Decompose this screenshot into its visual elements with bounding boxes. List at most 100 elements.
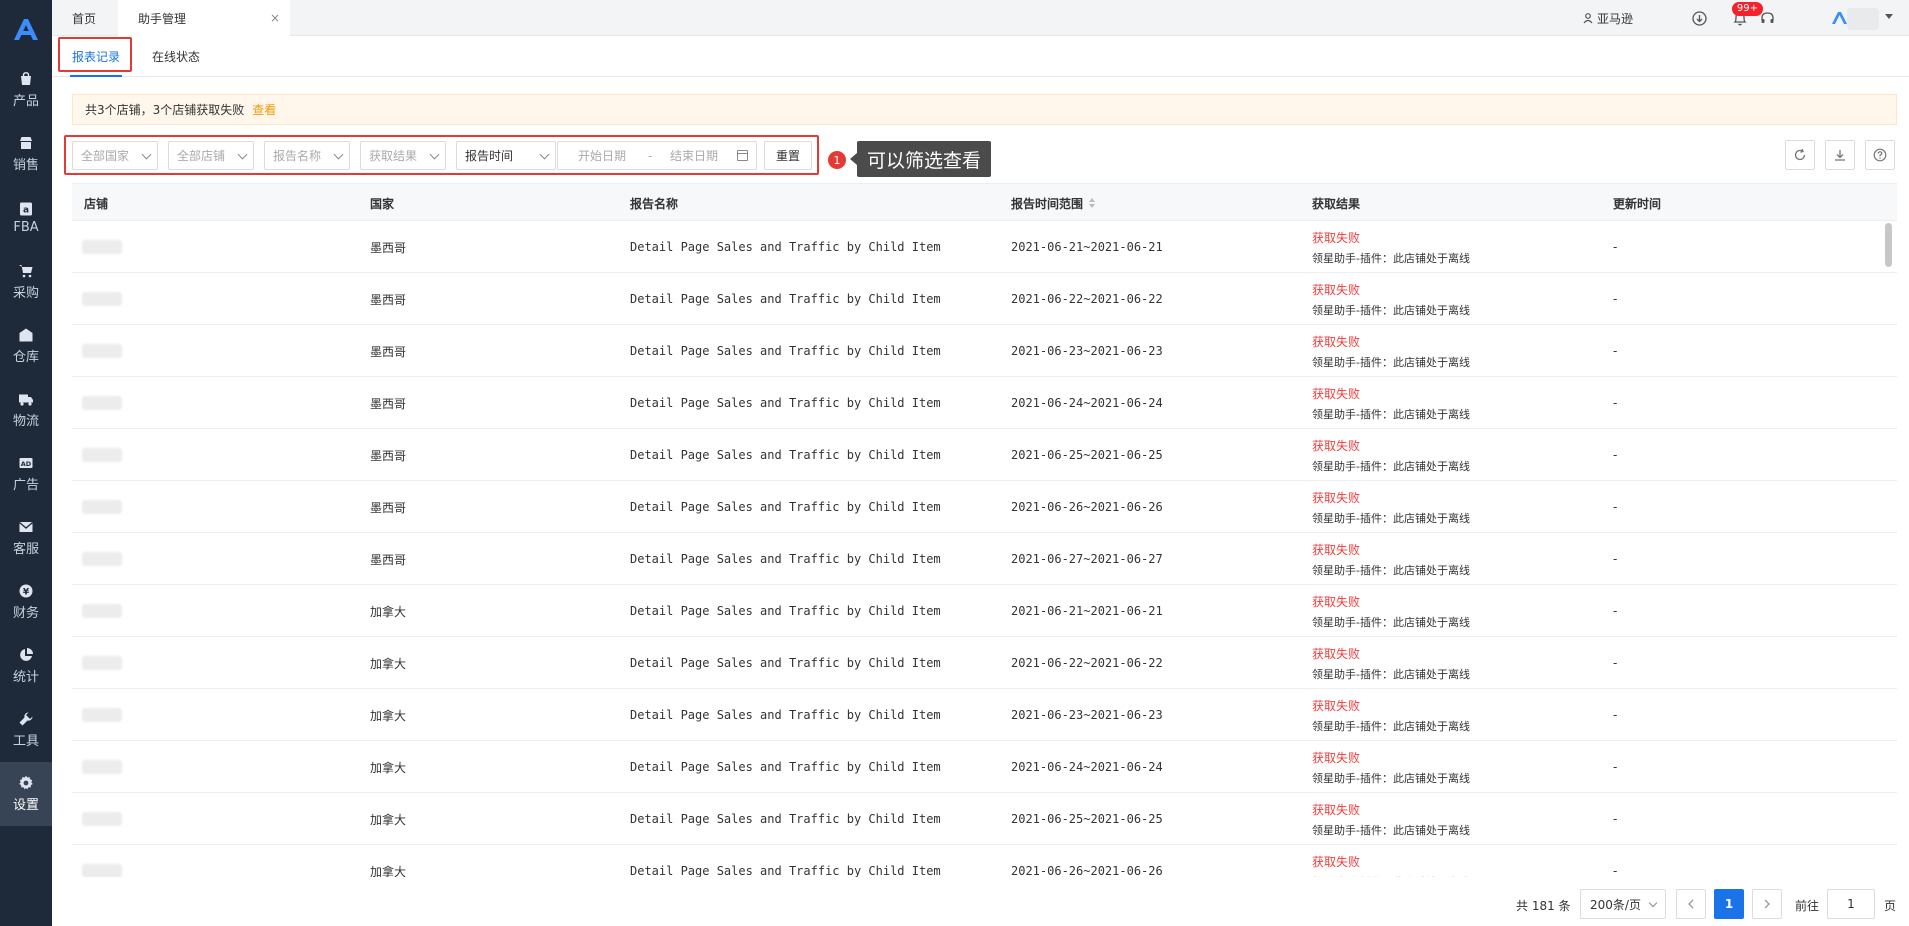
cell-country: 墨西哥 xyxy=(370,552,407,567)
truck-icon xyxy=(18,391,34,407)
cell-result: 获取失败领星助手-插件：此店铺处于离线 xyxy=(1312,741,1470,793)
cell-country: 墨西哥 xyxy=(370,396,407,411)
table-row[interactable]: 加拿大 Detail Page Sales and Traffic by Chil… xyxy=(72,793,1897,845)
cell-time-range: 2021-06-25~2021-06-25 xyxy=(1011,812,1163,826)
table-row[interactable]: 墨西哥 Detail Page Sales and Traffic by Chil… xyxy=(72,221,1897,273)
header-result: 获取结果 xyxy=(1312,196,1361,211)
table-row[interactable]: 墨西哥 Detail Page Sales and Traffic by Chil… xyxy=(72,481,1897,533)
sidebar-item-10[interactable]: 统计 xyxy=(0,634,52,698)
status-fail: 获取失败 xyxy=(1312,594,1361,609)
cell-time-range: 2021-06-24~2021-06-24 xyxy=(1011,396,1163,410)
cell-time-range: 2021-06-22~2021-06-22 xyxy=(1011,656,1163,670)
cell-updated: - xyxy=(1613,500,1618,514)
goto-page-input[interactable]: 1 xyxy=(1827,889,1875,919)
shop-name-redacted xyxy=(82,448,122,462)
sidebar-item-1[interactable]: 产品 xyxy=(0,58,52,122)
highlight-box-tab xyxy=(58,37,132,72)
sidebar-item-9[interactable]: ¥ 财务 xyxy=(0,570,52,634)
annotation-callout: 可以筛选查看 xyxy=(849,141,992,177)
sidebar-item-3[interactable]: a FBA xyxy=(0,186,52,250)
cell-time-range: 2021-06-26~2021-06-26 xyxy=(1011,500,1163,514)
cell-shop xyxy=(82,429,122,481)
top-tab-bar: 首页 助手管理 × 亚马逊 99+ xyxy=(52,0,1909,36)
cell-updated: - xyxy=(1613,760,1618,774)
sidebar-item-8[interactable]: 客服 xyxy=(0,506,52,570)
store-selector[interactable]: 亚马逊 xyxy=(1583,10,1633,27)
sidebar-item-12[interactable]: 设置 xyxy=(0,762,52,826)
table-row[interactable]: 墨西哥 Detail Page Sales and Traffic by Chil… xyxy=(72,377,1897,429)
sidebar-item-label: 仓库 xyxy=(12,350,39,365)
table-row[interactable]: 加拿大 Detail Page Sales and Traffic by Chil… xyxy=(72,845,1897,877)
cell-country: 加拿大 xyxy=(370,656,407,671)
store-name: 亚马逊 xyxy=(1596,12,1633,26)
status-message: 领星助手-插件：此店铺处于离线 xyxy=(1312,771,1470,785)
header-time-range[interactable]: 报告时间范围 xyxy=(1011,184,1096,222)
next-page-button[interactable] xyxy=(1752,889,1782,919)
sidebar: 产品 销售 a FBA 采购仓库物流 AD 广告 客服 ¥ 财务 统计 工具 设置 xyxy=(0,0,52,926)
view-failures-link[interactable]: 查看 xyxy=(252,101,276,118)
close-tab-icon[interactable]: × xyxy=(270,11,280,25)
cell-report-name: Detail Page Sales and Traffic by Child I… xyxy=(630,708,941,722)
cell-updated: - xyxy=(1613,656,1618,670)
cell-country: 加拿大 xyxy=(370,708,407,723)
page-button-current[interactable]: 1 xyxy=(1714,889,1744,919)
cell-shop xyxy=(82,845,122,877)
tab-home[interactable]: 首页 xyxy=(52,0,116,36)
cell-report-name: Detail Page Sales and Traffic by Child I… xyxy=(630,760,941,774)
table-row[interactable]: 加拿大 Detail Page Sales and Traffic by Chil… xyxy=(72,637,1897,689)
cell-shop xyxy=(82,793,122,845)
page-suffix-label: 页 xyxy=(1884,899,1897,913)
cell-result: 获取失败领星助手-插件：此店铺处于离线 xyxy=(1312,377,1470,429)
cell-country: 墨西哥 xyxy=(370,292,407,307)
page-size-select[interactable]: 200条/页 xyxy=(1580,889,1666,919)
sidebar-item-5[interactable]: 仓库 xyxy=(0,314,52,378)
sort-icon[interactable] xyxy=(1089,198,1096,208)
finance-icon: ¥ xyxy=(18,583,34,599)
app-logo[interactable] xyxy=(0,0,52,58)
shop-name-redacted xyxy=(82,344,122,358)
shop-name-redacted xyxy=(82,604,122,618)
pie-chart-icon xyxy=(18,647,34,663)
cell-shop xyxy=(82,741,122,793)
table-scrollbar[interactable] xyxy=(1885,221,1893,877)
cell-report-name: Detail Page Sales and Traffic by Child I… xyxy=(630,240,941,254)
customer-support-icon[interactable] xyxy=(1760,11,1775,29)
cell-result: 获取失败领星助手-插件：此店铺处于离线 xyxy=(1312,689,1470,741)
download-center-icon[interactable] xyxy=(1692,11,1707,29)
table-row[interactable]: 墨西哥 Detail Page Sales and Traffic by Chil… xyxy=(72,429,1897,481)
cell-report-name: Detail Page Sales and Traffic by Child I… xyxy=(630,656,941,670)
sidebar-item-2[interactable]: 销售 xyxy=(0,122,52,186)
cell-updated: - xyxy=(1613,812,1618,826)
prev-page-button[interactable] xyxy=(1676,889,1706,919)
export-button[interactable] xyxy=(1825,140,1855,170)
sidebar-item-7[interactable]: AD 广告 xyxy=(0,442,52,506)
goto-label: 前往 xyxy=(1795,899,1820,913)
status-message: 领星助手-插件：此店铺处于离线 xyxy=(1312,355,1470,369)
status-message: 领星助手-插件：此店铺处于离线 xyxy=(1312,719,1470,733)
scrollbar-thumb[interactable] xyxy=(1885,223,1892,267)
refresh-button[interactable] xyxy=(1785,140,1815,170)
sidebar-item-4[interactable]: 采购 xyxy=(0,250,52,314)
help-button[interactable] xyxy=(1865,140,1895,170)
tab-assistant-management[interactable]: 助手管理 × xyxy=(118,0,290,36)
cell-time-range: 2021-06-24~2021-06-24 xyxy=(1011,760,1163,774)
table-row[interactable]: 墨西哥 Detail Page Sales and Traffic by Chil… xyxy=(72,273,1897,325)
account-menu-chevron-icon[interactable] xyxy=(1885,14,1893,19)
sidebar-item-6[interactable]: 物流 xyxy=(0,378,52,442)
cell-time-range: 2021-06-21~2021-06-21 xyxy=(1011,604,1163,618)
tab-online-status[interactable]: 在线状态 xyxy=(152,36,200,76)
status-fail: 获取失败 xyxy=(1312,386,1361,401)
table-row[interactable]: 墨西哥 Detail Page Sales and Traffic by Chil… xyxy=(72,533,1897,585)
sidebar-item-11[interactable]: 工具 xyxy=(0,698,52,762)
avatar[interactable] xyxy=(1847,8,1879,30)
table-row[interactable]: 加拿大 Detail Page Sales and Traffic by Chil… xyxy=(72,741,1897,793)
status-message: 领星助手-插件：此店铺处于离线 xyxy=(1312,667,1470,681)
table-row[interactable]: 墨西哥 Detail Page Sales and Traffic by Chil… xyxy=(72,325,1897,377)
svg-text:AD: AD xyxy=(21,460,32,468)
table-row[interactable]: 加拿大 Detail Page Sales and Traffic by Chil… xyxy=(72,689,1897,741)
cell-result: 获取失败领星助手-插件：此店铺处于离线 xyxy=(1312,273,1470,325)
table-row[interactable]: 加拿大 Detail Page Sales and Traffic by Chil… xyxy=(72,585,1897,637)
cell-report-name: Detail Page Sales and Traffic by Child I… xyxy=(630,500,941,514)
warehouse-icon xyxy=(18,327,34,343)
cell-updated: - xyxy=(1613,240,1618,254)
